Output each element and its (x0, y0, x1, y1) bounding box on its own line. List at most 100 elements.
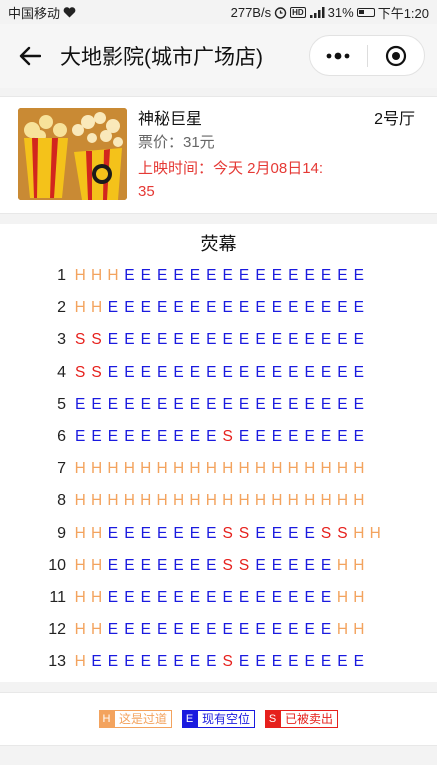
seat-available[interactable]: E (269, 299, 285, 317)
seat-available[interactable]: E (301, 525, 317, 543)
seat-available[interactable]: E (318, 653, 334, 671)
seat-available[interactable]: E (121, 299, 137, 317)
seat-available[interactable]: E (220, 331, 236, 349)
seat-available[interactable]: E (88, 396, 104, 414)
seat-available[interactable]: E (285, 396, 301, 414)
seat-available[interactable]: E (220, 396, 236, 414)
seat-available[interactable]: E (269, 428, 285, 446)
seat-available[interactable]: E (301, 557, 317, 575)
seat-available[interactable]: E (170, 396, 186, 414)
seat-available[interactable]: E (105, 557, 121, 575)
seat-available[interactable]: E (138, 299, 154, 317)
seat-available[interactable]: E (318, 428, 334, 446)
seat-available[interactable]: E (138, 589, 154, 607)
seat-available[interactable]: E (121, 396, 137, 414)
seat-available[interactable]: E (138, 621, 154, 639)
seat-available[interactable]: E (252, 331, 268, 349)
seat-available[interactable]: E (301, 331, 317, 349)
seat-available[interactable]: E (203, 525, 219, 543)
seat-available[interactable]: E (236, 653, 252, 671)
seat-available[interactable]: E (220, 299, 236, 317)
seat-available[interactable]: E (170, 364, 186, 382)
seat-available[interactable]: E (236, 396, 252, 414)
close-button[interactable] (368, 36, 425, 75)
seat-available[interactable]: E (203, 653, 219, 671)
seat-available[interactable]: E (138, 525, 154, 543)
seat-available[interactable]: E (105, 331, 121, 349)
seat-available[interactable]: E (105, 396, 121, 414)
seat-available[interactable]: E (252, 267, 268, 285)
seat-available[interactable]: E (285, 621, 301, 639)
seat-available[interactable]: E (121, 589, 137, 607)
seat-available[interactable]: E (121, 331, 137, 349)
seat-available[interactable]: E (351, 653, 367, 671)
seat-available[interactable]: E (105, 621, 121, 639)
seat-available[interactable]: E (187, 364, 203, 382)
seat-available[interactable]: E (236, 267, 252, 285)
seat-available[interactable]: E (269, 364, 285, 382)
seat-available[interactable]: E (269, 589, 285, 607)
seat-available[interactable]: E (285, 428, 301, 446)
seat-available[interactable]: E (187, 621, 203, 639)
seat-available[interactable]: E (351, 428, 367, 446)
seat-available[interactable]: E (334, 428, 350, 446)
seat-available[interactable]: E (285, 364, 301, 382)
seat-available[interactable]: E (121, 428, 137, 446)
seat-available[interactable]: E (334, 267, 350, 285)
seat-available[interactable]: E (105, 525, 121, 543)
seat-available[interactable]: E (187, 557, 203, 575)
seat-available[interactable]: E (285, 267, 301, 285)
seat-available[interactable]: E (301, 299, 317, 317)
seat-available[interactable]: E (138, 364, 154, 382)
seat-available[interactable]: E (187, 299, 203, 317)
seat-available[interactable]: E (318, 621, 334, 639)
seat-available[interactable]: E (138, 331, 154, 349)
seat-available[interactable]: E (203, 331, 219, 349)
seat-available[interactable]: E (351, 364, 367, 382)
seat-available[interactable]: E (334, 653, 350, 671)
seat-available[interactable]: E (220, 589, 236, 607)
seat-available[interactable]: E (318, 557, 334, 575)
seat-available[interactable]: E (318, 299, 334, 317)
seat-available[interactable]: E (252, 299, 268, 317)
seat-available[interactable]: E (72, 396, 88, 414)
seat-available[interactable]: E (351, 299, 367, 317)
seat-available[interactable]: E (105, 589, 121, 607)
seat-available[interactable]: E (252, 396, 268, 414)
seat-available[interactable]: E (236, 428, 252, 446)
seat-available[interactable]: E (154, 525, 170, 543)
seat-available[interactable]: E (154, 331, 170, 349)
seat-available[interactable]: E (236, 364, 252, 382)
seat-available[interactable]: E (154, 557, 170, 575)
seat-available[interactable]: E (285, 331, 301, 349)
seat-available[interactable]: E (318, 589, 334, 607)
seat-available[interactable]: E (269, 557, 285, 575)
seat-available[interactable]: E (203, 557, 219, 575)
seat-available[interactable]: E (301, 653, 317, 671)
seat-available[interactable]: E (154, 621, 170, 639)
seat-available[interactable]: E (138, 653, 154, 671)
seat-available[interactable]: E (187, 331, 203, 349)
seat-available[interactable]: E (154, 299, 170, 317)
seat-available[interactable]: E (105, 364, 121, 382)
seat-available[interactable]: E (170, 589, 186, 607)
seat-available[interactable]: E (170, 331, 186, 349)
seat-available[interactable]: E (236, 589, 252, 607)
seat-available[interactable]: E (203, 267, 219, 285)
back-button[interactable] (10, 36, 50, 76)
seat-available[interactable]: E (252, 621, 268, 639)
seat-available[interactable]: E (121, 653, 137, 671)
seat-available[interactable]: E (121, 364, 137, 382)
seat-available[interactable]: E (334, 364, 350, 382)
seat-available[interactable]: E (170, 428, 186, 446)
seat-available[interactable]: E (285, 557, 301, 575)
seat-available[interactable]: E (170, 299, 186, 317)
seat-available[interactable]: E (301, 267, 317, 285)
seat-available[interactable]: E (154, 396, 170, 414)
seat-available[interactable]: E (318, 364, 334, 382)
seat-available[interactable]: E (121, 621, 137, 639)
seat-available[interactable]: E (154, 364, 170, 382)
seat-available[interactable]: E (269, 525, 285, 543)
seat-available[interactable]: E (203, 364, 219, 382)
seat-available[interactable]: E (105, 299, 121, 317)
